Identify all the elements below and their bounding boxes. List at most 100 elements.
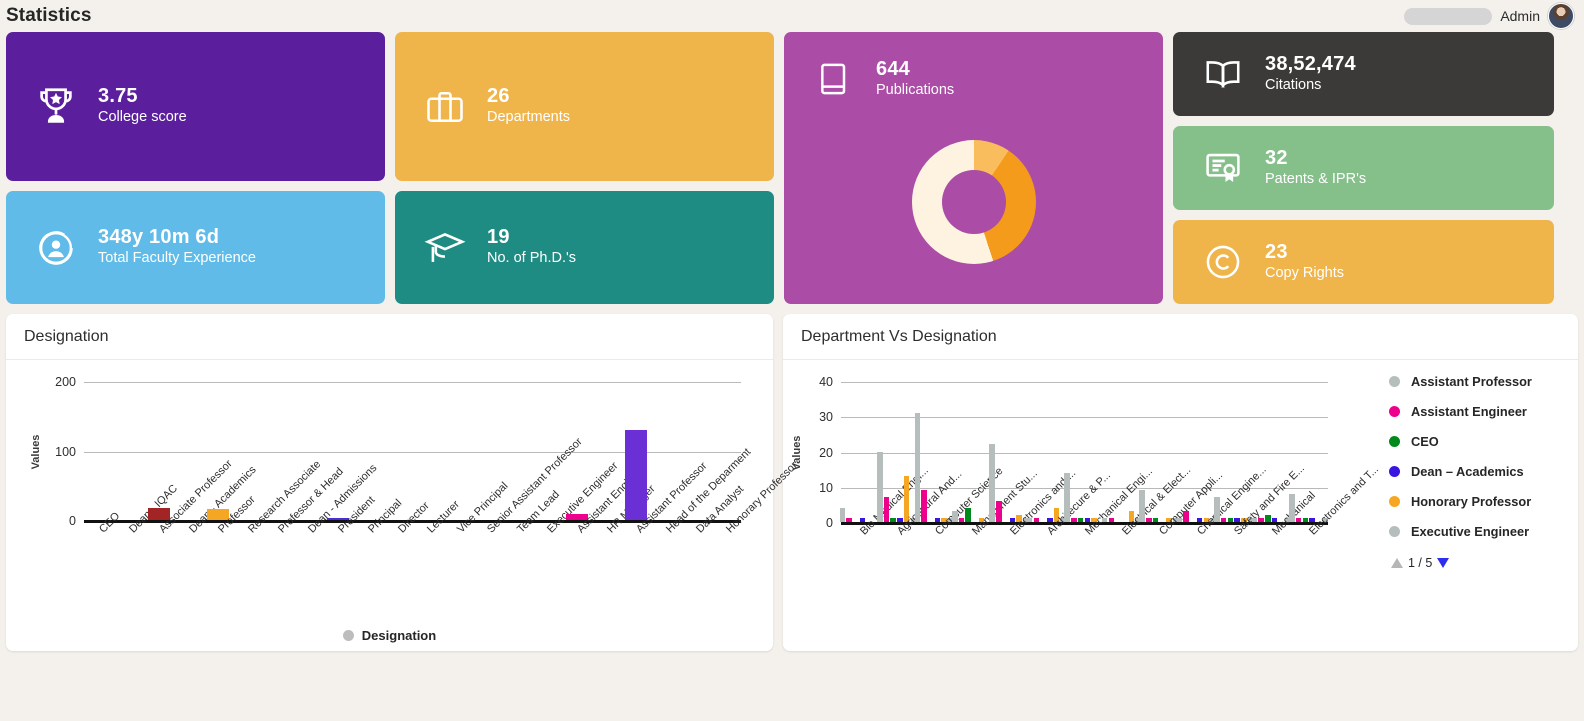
briefcase-icon — [421, 85, 469, 129]
panel-header: Designation — [6, 314, 773, 360]
bar[interactable] — [958, 518, 965, 522]
bar[interactable] — [1139, 490, 1145, 522]
card-label: No. of Ph.D.'s — [487, 250, 576, 267]
bar[interactable] — [625, 429, 648, 520]
bar[interactable] — [1227, 518, 1234, 522]
legend-row[interactable]: Assistant Professor — [1389, 374, 1564, 389]
top-bar: Statistics Admin — [0, 0, 1584, 32]
publications-donut-chart[interactable] — [810, 101, 1163, 304]
legend-page-down-icon[interactable] — [1437, 558, 1450, 568]
legend-item-label[interactable]: CEO — [1411, 434, 1439, 449]
graduation-cap-icon — [421, 226, 469, 270]
bar[interactable] — [1220, 518, 1227, 522]
x-axis-tick-label: CEO — [96, 510, 123, 536]
legend-color-swatch — [1389, 496, 1400, 507]
card-label: Departments — [487, 109, 571, 126]
bar[interactable] — [1146, 518, 1152, 522]
card-text: 3.75 College score — [98, 85, 187, 128]
bar[interactable] — [1265, 514, 1271, 522]
bar[interactable] — [989, 444, 995, 522]
donut-ring — [911, 140, 1036, 265]
designation-legend: Designation — [6, 628, 773, 643]
card-departments[interactable]: 26 Departments — [395, 32, 774, 181]
bar[interactable] — [1258, 518, 1264, 522]
card-copyrights[interactable]: 23 Copy Rights — [1173, 220, 1554, 304]
legend-item-label[interactable]: Designation — [362, 628, 436, 643]
bar[interactable] — [1183, 511, 1189, 522]
bar[interactable] — [1108, 518, 1115, 522]
designation-bar-chart[interactable]: 0100200ValuesCEODean - IQACAssociate Pro… — [6, 360, 800, 651]
avatar[interactable] — [1548, 3, 1574, 29]
bar[interactable] — [1026, 518, 1033, 522]
legend-color-swatch — [1389, 436, 1400, 447]
y-axis-tick-label: 0 — [826, 516, 833, 530]
legend-row[interactable]: Assistant Engineer — [1389, 404, 1564, 419]
bar[interactable] — [1101, 518, 1108, 522]
legend-color-swatch — [1389, 466, 1400, 477]
card-label: Total Faculty Experience — [98, 250, 256, 267]
copyright-icon — [1199, 241, 1247, 283]
legend-row[interactable]: CEO — [1389, 434, 1564, 449]
legend-item-label[interactable]: Assistant Professor — [1411, 374, 1532, 389]
legend-row[interactable]: Dean – Academics — [1389, 464, 1564, 479]
bar[interactable] — [1302, 518, 1309, 522]
bar[interactable] — [1152, 518, 1159, 522]
card-text: 23 Copy Rights — [1265, 241, 1344, 284]
redacted-user-name — [1404, 7, 1493, 25]
bar[interactable] — [965, 507, 971, 522]
bar[interactable] — [996, 500, 1002, 522]
x-axis-tick-label: Chemical Engine... — [1194, 463, 1269, 538]
bar[interactable] — [1214, 497, 1220, 522]
y-axis-tick-label: 200 — [55, 375, 76, 389]
card-text: 26 Departments — [487, 85, 570, 128]
gridline — [84, 382, 741, 383]
bar[interactable] — [839, 507, 846, 522]
legend-row[interactable]: Honorary Professor — [1389, 494, 1564, 509]
bar[interactable] — [890, 518, 896, 522]
bar[interactable] — [883, 497, 890, 522]
x-axis-tick-label: Lecturer — [425, 498, 463, 536]
bar[interactable] — [952, 511, 958, 522]
bar[interactable] — [877, 451, 883, 522]
kpi-column-d: 38,52,474 Citations 32 Patents & IPR's 2… — [1173, 32, 1554, 304]
card-label: Patents & IPR's — [1265, 170, 1367, 187]
bar[interactable] — [1064, 472, 1070, 522]
panel-department-vs-designation: Department Vs Designation 0 10 20 30 40 Value… — [783, 314, 1578, 651]
legend-page-up-icon[interactable] — [1391, 558, 1403, 568]
legend-item-label[interactable]: Executive Engineer — [1411, 524, 1529, 539]
card-patents[interactable]: 32 Patents & IPR's — [1173, 126, 1554, 210]
bar[interactable] — [1071, 518, 1077, 522]
x-axis-tick-label: Managment Stu... — [970, 467, 1040, 538]
open-book-icon — [1199, 53, 1247, 95]
bar[interactable] — [1251, 518, 1258, 522]
bar[interactable] — [1289, 493, 1295, 522]
bar[interactable] — [1077, 518, 1084, 522]
card-phds[interactable]: 19 No. of Ph.D.'s — [395, 191, 774, 304]
x-axis-tick-label: Safety and Fire E... — [1232, 462, 1308, 538]
chart-panels: Designation 0100200ValuesCEODean - IQACA… — [0, 304, 1584, 651]
kpi-card-grid: 3.75 College score 348y 10m 6d Total Fac… — [0, 32, 1584, 304]
legend-color-swatch — [1389, 526, 1400, 537]
legend-row[interactable]: Executive Engineer — [1389, 524, 1564, 539]
card-citations[interactable]: 38,52,474 Citations — [1173, 32, 1554, 116]
bar[interactable] — [1033, 518, 1040, 522]
y-axis-tick-label: 30 — [819, 410, 833, 425]
legend-item-label[interactable]: Assistant Engineer — [1411, 404, 1527, 419]
bar[interactable] — [921, 490, 927, 522]
card-value: 23 — [1265, 240, 1288, 263]
bar[interactable] — [1295, 518, 1302, 522]
legend-color-swatch — [342, 630, 354, 641]
card-value: 19 — [487, 226, 510, 249]
bar[interactable] — [1176, 518, 1183, 522]
card-publications[interactable]: 644 Publications — [784, 32, 1163, 304]
bar[interactable] — [846, 518, 852, 522]
x-axis-tick-label: Electrical & Elect... — [1119, 464, 1194, 538]
card-total-faculty-experience[interactable]: 348y 10m 6d Total Faculty Experience — [6, 191, 385, 304]
card-college-score[interactable]: 3.75 College score — [6, 32, 385, 181]
legend-item-label[interactable]: Honorary Professor — [1411, 494, 1531, 509]
bar[interactable] — [914, 412, 921, 522]
legend-item-label[interactable]: Dean – Academics — [1411, 464, 1524, 479]
card-label: College score — [98, 109, 187, 126]
card-text: 32 Patents & IPR's — [1265, 147, 1366, 190]
panel-designation: Designation 0100200ValuesCEODean - IQACA… — [6, 314, 800, 651]
